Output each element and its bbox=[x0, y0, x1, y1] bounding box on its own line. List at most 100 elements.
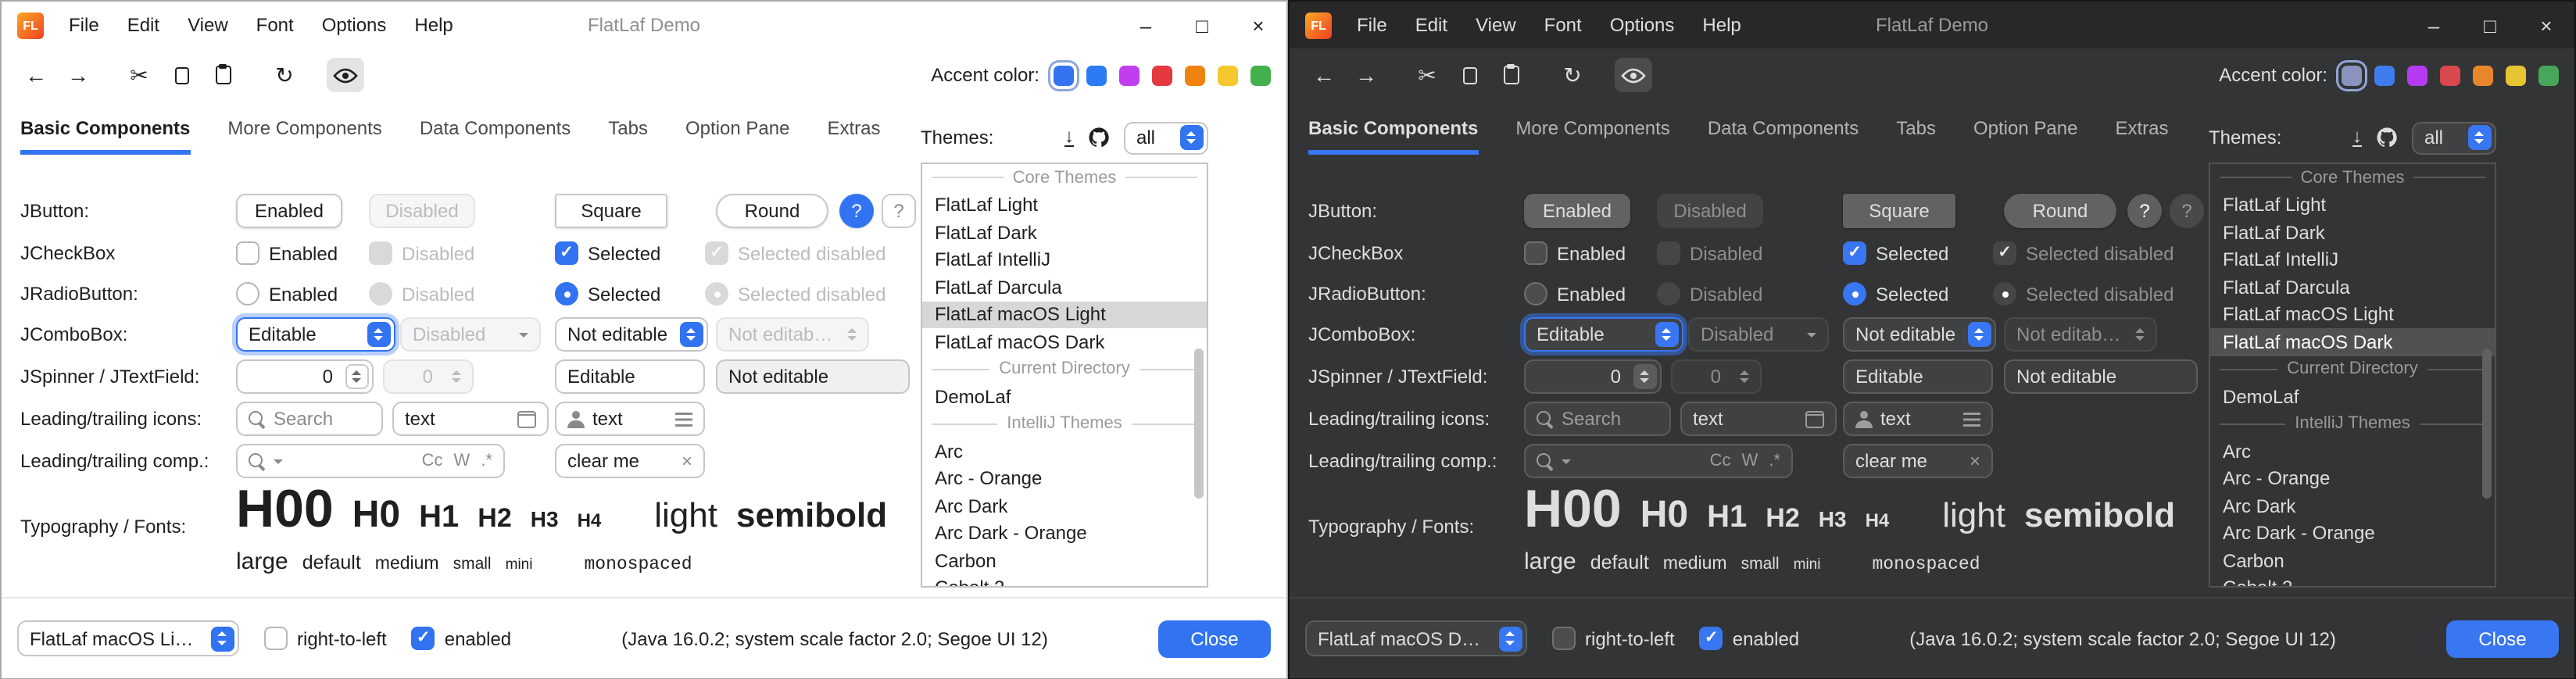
lookandfeel-combobox[interactable]: FlatLaf macOS Li… bbox=[17, 620, 239, 656]
theme-list-item[interactable]: FlatLaf macOS Light bbox=[922, 301, 1207, 328]
minimize-button[interactable]: – bbox=[1118, 2, 1174, 48]
accent-color-swatch[interactable] bbox=[2440, 65, 2460, 85]
titlebar[interactable]: FL FileEditViewFontOptionsHelp FlatLaf D… bbox=[1290, 2, 2574, 48]
help-button-secondary[interactable]: ? bbox=[882, 194, 916, 228]
paste-icon[interactable] bbox=[205, 58, 242, 92]
close-window-button[interactable]: × bbox=[1230, 2, 1286, 48]
tab[interactable]: Basic Components bbox=[1308, 117, 1478, 155]
regex-button[interactable]: .* bbox=[481, 452, 492, 470]
accent-color-swatch[interactable] bbox=[1185, 65, 1205, 85]
search-options-field[interactable]: Cc W .* bbox=[236, 444, 505, 478]
combobox-disabled[interactable]: Disabled bbox=[400, 317, 541, 352]
accent-color-swatch[interactable] bbox=[1086, 65, 1107, 85]
calendar-icon[interactable] bbox=[517, 410, 536, 427]
download-icon[interactable]: ↓ bbox=[2352, 128, 2362, 147]
combobox-not-editable-disabled[interactable]: Not editable dis… bbox=[2004, 317, 2157, 352]
theme-list-item[interactable]: FlatLaf Dark bbox=[2210, 219, 2495, 246]
radio-disabled[interactable]: Disabled bbox=[369, 282, 474, 306]
paste-icon[interactable] bbox=[1493, 58, 1530, 92]
theme-list-item[interactable]: Arc bbox=[2210, 438, 2495, 465]
theme-list-item[interactable]: Arc Dark - Orange bbox=[2210, 520, 2495, 547]
search-options-field[interactable]: Cc W .* bbox=[1524, 444, 1793, 478]
accent-color-swatch[interactable] bbox=[2407, 65, 2428, 85]
round-button[interactable]: Round bbox=[2004, 194, 2116, 228]
textfield-editable[interactable]: Editable bbox=[1843, 359, 1993, 394]
help-button[interactable]: ? bbox=[2127, 194, 2162, 228]
tab[interactable]: Option Pane bbox=[685, 117, 789, 155]
combobox-not-editable-disabled[interactable]: Not editable dis… bbox=[716, 317, 869, 352]
spinner[interactable]: 0 bbox=[236, 359, 374, 394]
themes-filter-combobox[interactable]: all bbox=[1124, 121, 1208, 154]
radio-selected[interactable]: Selected bbox=[1843, 282, 1948, 306]
menu-item[interactable]: Options bbox=[322, 14, 387, 36]
right-to-left-checkbox[interactable]: right-to-left bbox=[264, 627, 387, 650]
forward-icon[interactable]: → bbox=[1347, 58, 1385, 92]
accent-color-swatch[interactable] bbox=[2473, 65, 2493, 85]
radio-enabled[interactable]: Enabled bbox=[236, 282, 338, 306]
theme-list-item[interactable]: Arc - Orange bbox=[922, 465, 1207, 492]
theme-list-item[interactable]: DemoLaf bbox=[2210, 383, 2495, 410]
menu-item[interactable]: Options bbox=[1610, 14, 1675, 36]
spinner-stepper-icon[interactable] bbox=[345, 364, 368, 389]
maximize-button[interactable]: □ bbox=[1174, 2, 1230, 48]
date-field[interactable]: text bbox=[1680, 402, 1837, 436]
close-window-button[interactable]: × bbox=[2518, 2, 2574, 48]
accent-color-swatch[interactable] bbox=[2506, 65, 2526, 85]
menu-icon[interactable] bbox=[675, 412, 692, 426]
menu-item[interactable]: Help bbox=[1702, 14, 1741, 36]
square-button[interactable]: Square bbox=[555, 194, 667, 228]
theme-list-item[interactable]: FlatLaf macOS Light bbox=[2210, 301, 2495, 328]
cut-icon[interactable]: ✂ bbox=[120, 58, 158, 92]
accent-color-swatch[interactable] bbox=[1119, 65, 1140, 85]
theme-list-item[interactable]: FlatLaf Light bbox=[2210, 191, 2495, 219]
checkbox-disabled[interactable]: Disabled bbox=[1657, 241, 1762, 265]
clear-icon[interactable]: × bbox=[1970, 450, 1980, 472]
theme-list-item[interactable]: Arc Dark bbox=[922, 492, 1207, 520]
spinner-disabled[interactable]: 0 bbox=[1671, 359, 1762, 394]
checkbox-enabled[interactable]: Enabled bbox=[236, 241, 338, 265]
github-icon[interactable] bbox=[2376, 127, 2398, 148]
tab[interactable]: Tabs bbox=[1896, 117, 1936, 155]
maximize-button[interactable]: □ bbox=[2462, 2, 2518, 48]
date-field[interactable]: text bbox=[392, 402, 549, 436]
download-icon[interactable]: ↓ bbox=[1064, 128, 1074, 147]
tab[interactable]: Tabs bbox=[608, 117, 648, 155]
accent-color-swatch[interactable] bbox=[1054, 65, 1074, 85]
theme-list-item[interactable]: DemoLaf bbox=[922, 383, 1207, 410]
radio-selected-disabled[interactable]: Selected disabled bbox=[1993, 282, 2174, 306]
refresh-icon[interactable]: ↻ bbox=[266, 58, 303, 92]
accent-color-swatch[interactable] bbox=[1218, 65, 1238, 85]
tab[interactable]: Extras bbox=[827, 117, 880, 155]
copy-icon[interactable] bbox=[1451, 58, 1488, 92]
forward-icon[interactable]: → bbox=[59, 58, 97, 92]
clear-me-field[interactable]: clear me× bbox=[1843, 444, 1993, 478]
radio-enabled[interactable]: Enabled bbox=[1524, 282, 1626, 306]
theme-list-item[interactable]: Arc - Orange bbox=[2210, 465, 2495, 492]
menu-item[interactable]: Edit bbox=[127, 14, 159, 36]
checkbox-selected[interactable]: Selected bbox=[1843, 241, 1948, 265]
radio-selected-disabled[interactable]: Selected disabled bbox=[705, 282, 886, 306]
checkbox-selected[interactable]: Selected bbox=[555, 241, 660, 265]
user-field[interactable]: text bbox=[555, 402, 705, 436]
theme-list-item[interactable]: IntelliJ Themes bbox=[922, 410, 1207, 438]
close-button[interactable]: Close bbox=[2446, 620, 2559, 657]
radio-disabled[interactable]: Disabled bbox=[1657, 282, 1762, 306]
tab[interactable]: Data Components bbox=[1708, 117, 1859, 155]
titlebar[interactable]: FL FileEditViewFontOptionsHelp FlatLaf D… bbox=[2, 2, 1286, 48]
combobox-editable[interactable]: Editable bbox=[1524, 317, 1683, 352]
theme-list-item[interactable]: Cobalt 2 bbox=[2210, 574, 2495, 588]
help-button-secondary[interactable]: ? bbox=[2170, 194, 2204, 228]
search-field[interactable]: Search bbox=[236, 402, 383, 436]
combobox-editable[interactable]: Editable bbox=[236, 317, 395, 352]
accent-color-swatch[interactable] bbox=[2538, 65, 2559, 85]
menu-item[interactable]: File bbox=[69, 14, 99, 36]
accent-color-swatch[interactable] bbox=[2374, 65, 2395, 85]
chevron-down-icon[interactable] bbox=[1562, 459, 1571, 463]
checkbox-selected-disabled[interactable]: Selected disabled bbox=[705, 241, 886, 265]
checkbox-disabled[interactable]: Disabled bbox=[369, 241, 474, 265]
theme-list-item[interactable]: FlatLaf IntelliJ bbox=[922, 246, 1207, 273]
github-icon[interactable] bbox=[1088, 127, 1110, 148]
menu-icon[interactable] bbox=[1963, 412, 1980, 426]
theme-list-item[interactable]: FlatLaf macOS Dark bbox=[2210, 328, 2495, 356]
clear-icon[interactable]: × bbox=[682, 450, 692, 472]
